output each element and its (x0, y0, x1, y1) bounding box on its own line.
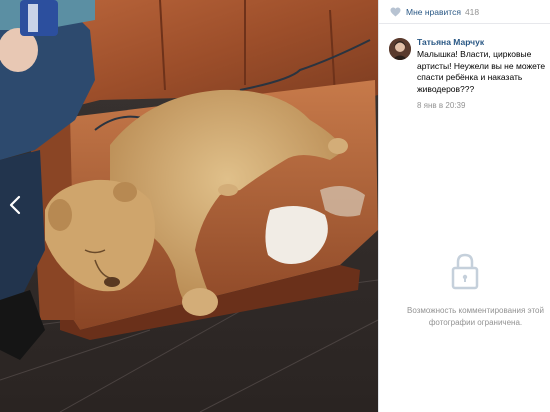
previous-photo-button[interactable] (0, 170, 30, 240)
likes-count[interactable]: 418 (465, 7, 479, 17)
photo-viewer: Мне нравится 418 Татьяна Марчук Малышка!… (0, 0, 550, 412)
comment-text: Малышка! Власти, цирковые артисты! Неуже… (417, 49, 546, 94)
avatar[interactable] (389, 38, 411, 60)
restricted-text-line1: Возможность комментирования этой (407, 306, 544, 315)
likes-bar: Мне нравится 418 (379, 0, 550, 24)
like-button[interactable]: Мне нравится 418 (390, 7, 479, 17)
photo-sidebar: Мне нравится 418 Татьяна Марчук Малышка!… (379, 0, 550, 412)
chevron-left-icon (9, 195, 21, 215)
avatar-image (389, 38, 411, 60)
restricted-text-line2: фотографии ограничена. (428, 318, 523, 327)
comment-date[interactable]: 8 янв в 20:39 (417, 101, 465, 110)
photo-image (0, 0, 378, 412)
photo[interactable] (0, 0, 378, 412)
comment-author[interactable]: Татьяна Марчук (417, 36, 550, 48)
lock-icon (451, 253, 478, 290)
heart-icon (390, 6, 401, 17)
comment-body: Татьяна Марчук Малышка! Власти, цирковые… (417, 36, 550, 113)
likes-label: Мне нравится (406, 6, 461, 17)
restricted-text: Возможность комментирования этой фотогра… (379, 305, 550, 329)
comments-restricted-notice: Возможность комментирования этой фотогра… (379, 252, 550, 329)
